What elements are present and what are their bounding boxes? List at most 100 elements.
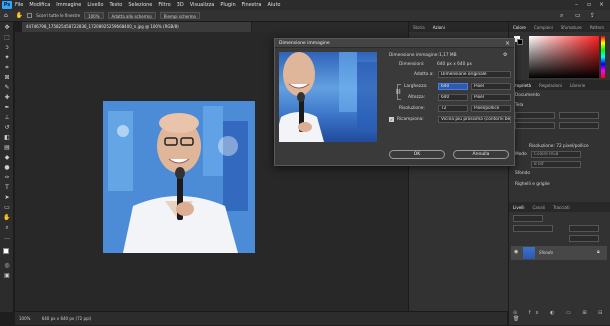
canvas-width-field[interactable]	[515, 112, 555, 119]
risoluzione-input[interactable]: 72	[438, 105, 468, 112]
menu-aiuto[interactable]: Aiuto	[267, 2, 280, 8]
minimize-icon[interactable]: –	[575, 1, 578, 8]
tab-proprieta[interactable]: Proprietà	[513, 83, 531, 88]
menu-testo[interactable]: Testo	[109, 2, 122, 8]
layers-panel-tabs: Livelli Canali Tracciati	[509, 202, 610, 212]
history-brush-icon[interactable]: ↺	[3, 124, 11, 132]
menu-plugin[interactable]: Plugin	[220, 2, 235, 8]
tab-regolazioni[interactable]: Regolazioni	[539, 83, 562, 88]
menu-selezione[interactable]: Selezione	[128, 2, 152, 8]
scroll-all-checkbox[interactable]	[27, 13, 33, 18]
document-tab[interactable]: 44746798_175825458722836_172089252596684…	[22, 22, 252, 32]
tab-livelli[interactable]: Livelli	[513, 205, 525, 210]
color-picker-field[interactable]	[529, 36, 599, 78]
menu-finestra[interactable]: Finestra	[242, 2, 262, 8]
layer-thumbnail	[523, 247, 535, 259]
gradient-tool-icon[interactable]: ▤	[3, 144, 11, 152]
modo-select[interactable]: Colore RGB	[531, 151, 581, 158]
stamp-tool-icon[interactable]: ⊥	[3, 114, 11, 122]
close-icon[interactable]: ×	[505, 40, 510, 47]
healing-brush-icon[interactable]: ✚	[3, 94, 11, 102]
eraser-tool-icon[interactable]: ◧	[3, 134, 11, 142]
blur-tool-icon[interactable]: ◆	[3, 154, 11, 162]
eyedropper-icon[interactable]: ✎	[3, 84, 11, 92]
lasso-tool-icon[interactable]: ↄ	[3, 44, 11, 52]
ok-button[interactable]: OK	[389, 150, 445, 159]
zoom-tool-icon[interactable]: ⌕	[3, 224, 11, 232]
larghezza-input[interactable]: 640	[438, 83, 468, 90]
opacity-field[interactable]	[569, 225, 599, 232]
tab-tracciati[interactable]: Tracciati	[553, 205, 570, 210]
menu-filtro[interactable]: Filtro	[158, 2, 170, 8]
preview-image	[279, 52, 377, 142]
quick-mask-icon[interactable]: ◎	[3, 262, 11, 270]
adatta-select[interactable]: Dimensione originale	[438, 71, 511, 78]
workspace-icon[interactable]: ▭	[575, 12, 581, 19]
tab-sfumature[interactable]: Sfumature	[561, 25, 582, 30]
ricampiona-checkbox[interactable]: ✓	[389, 117, 394, 122]
tab-librerie[interactable]: Librerie	[570, 83, 585, 88]
share-icon[interactable]: ⇪	[590, 12, 595, 19]
hand-tool-icon[interactable]: ✋	[16, 12, 23, 19]
close-window-icon[interactable]: ×	[599, 1, 604, 8]
search-icon[interactable]: ⌕	[560, 12, 563, 20]
tab-canali[interactable]: Canali	[533, 205, 545, 210]
frame-tool-icon[interactable]: ⊠	[3, 74, 11, 82]
menu-visualizza[interactable]: Visualizza	[190, 2, 215, 8]
settings-gear-icon[interactable]: ⚙	[503, 52, 507, 58]
rectangle-tool-icon[interactable]: ▭	[3, 204, 11, 212]
marquee-tool-icon[interactable]: ⬚	[3, 34, 11, 42]
fit-screen-button[interactable]: Adatta allo schermo	[107, 12, 156, 19]
brush-tool-icon[interactable]: ✒	[3, 104, 11, 112]
path-selection-icon[interactable]: ➤	[3, 194, 11, 202]
altezza-input[interactable]: 640	[438, 94, 468, 101]
menu-livello[interactable]: Livello	[87, 2, 103, 8]
screen-mode-icon[interactable]: ▣	[3, 272, 11, 280]
magic-wand-icon[interactable]: ✦	[3, 54, 11, 62]
properties-tabs: Proprietà Regolazioni Librerie	[509, 80, 610, 90]
menu-modifica[interactable]: Modifica	[29, 2, 50, 8]
righelli-griglie-label[interactable]: Righelli e griglie	[515, 182, 550, 187]
canvas-y-field[interactable]	[559, 122, 599, 129]
hue-slider[interactable]	[601, 36, 605, 78]
cancel-button[interactable]: Annulla	[453, 150, 509, 159]
crop-tool-icon[interactable]: ⌗	[3, 64, 11, 72]
maximize-icon[interactable]: ▫	[587, 1, 591, 8]
hand-tool-icon[interactable]: ✋	[3, 214, 11, 222]
tab-pattern[interactable]: Pattern	[590, 25, 604, 30]
tab-azioni[interactable]: Azioni	[433, 25, 445, 30]
blend-mode-select[interactable]	[513, 225, 553, 232]
menu-3d[interactable]: 3D	[177, 2, 184, 8]
tab-colore[interactable]: Colore	[513, 25, 526, 30]
ricampiona-select[interactable]: Vicina più prossima (contorni be...	[438, 116, 511, 123]
type-tool-icon[interactable]: T	[3, 184, 11, 192]
fill-screen-button[interactable]: Riempi schermo	[159, 12, 201, 19]
canvas-x-field[interactable]	[515, 122, 555, 129]
more-tools-icon[interactable]: …	[3, 234, 11, 242]
tab-storia[interactable]: Storia	[413, 25, 425, 30]
move-tool-icon[interactable]: ✥	[3, 24, 11, 32]
bit-depth-select[interactable]: 8 bit	[531, 161, 581, 168]
visibility-eye-icon[interactable]: ◉	[514, 249, 518, 255]
bg-color-preview[interactable]	[517, 39, 523, 45]
home-icon[interactable]: ⌂	[4, 12, 8, 19]
menu-file[interactable]: File	[15, 2, 23, 8]
tab-campioni[interactable]: Campioni	[534, 25, 553, 30]
dodge-tool-icon[interactable]: ●	[3, 164, 11, 172]
chain-link-icon[interactable]: ⛓	[395, 89, 401, 95]
larghezza-unit-select[interactable]: Pixel	[471, 83, 511, 90]
photo-man-with-microphone	[103, 101, 255, 253]
document-image[interactable]	[103, 101, 255, 253]
risoluzione-unit-select[interactable]: Pixel/pollice	[471, 105, 511, 112]
layer-footer-icons[interactable]: ⊝ fx ◐ ▭ ⊞ ⊟ 🗑︎	[513, 310, 610, 322]
canvas-height-field[interactable]	[559, 112, 599, 119]
fill-field[interactable]	[569, 235, 599, 242]
foreground-color-swatch[interactable]	[3, 248, 9, 254]
layer-filter-select[interactable]	[513, 215, 543, 222]
altezza-unit-select[interactable]: Pixel	[471, 94, 511, 101]
menu-immagine[interactable]: Immagine	[56, 2, 81, 8]
pen-tool-icon[interactable]: ✑	[3, 174, 11, 182]
layer-row-sfondo[interactable]: ◉ Sfondo 🔒︎	[511, 246, 607, 260]
status-zoom[interactable]: 100%	[19, 316, 30, 321]
zoom-level-field[interactable]: 100%	[84, 12, 104, 19]
